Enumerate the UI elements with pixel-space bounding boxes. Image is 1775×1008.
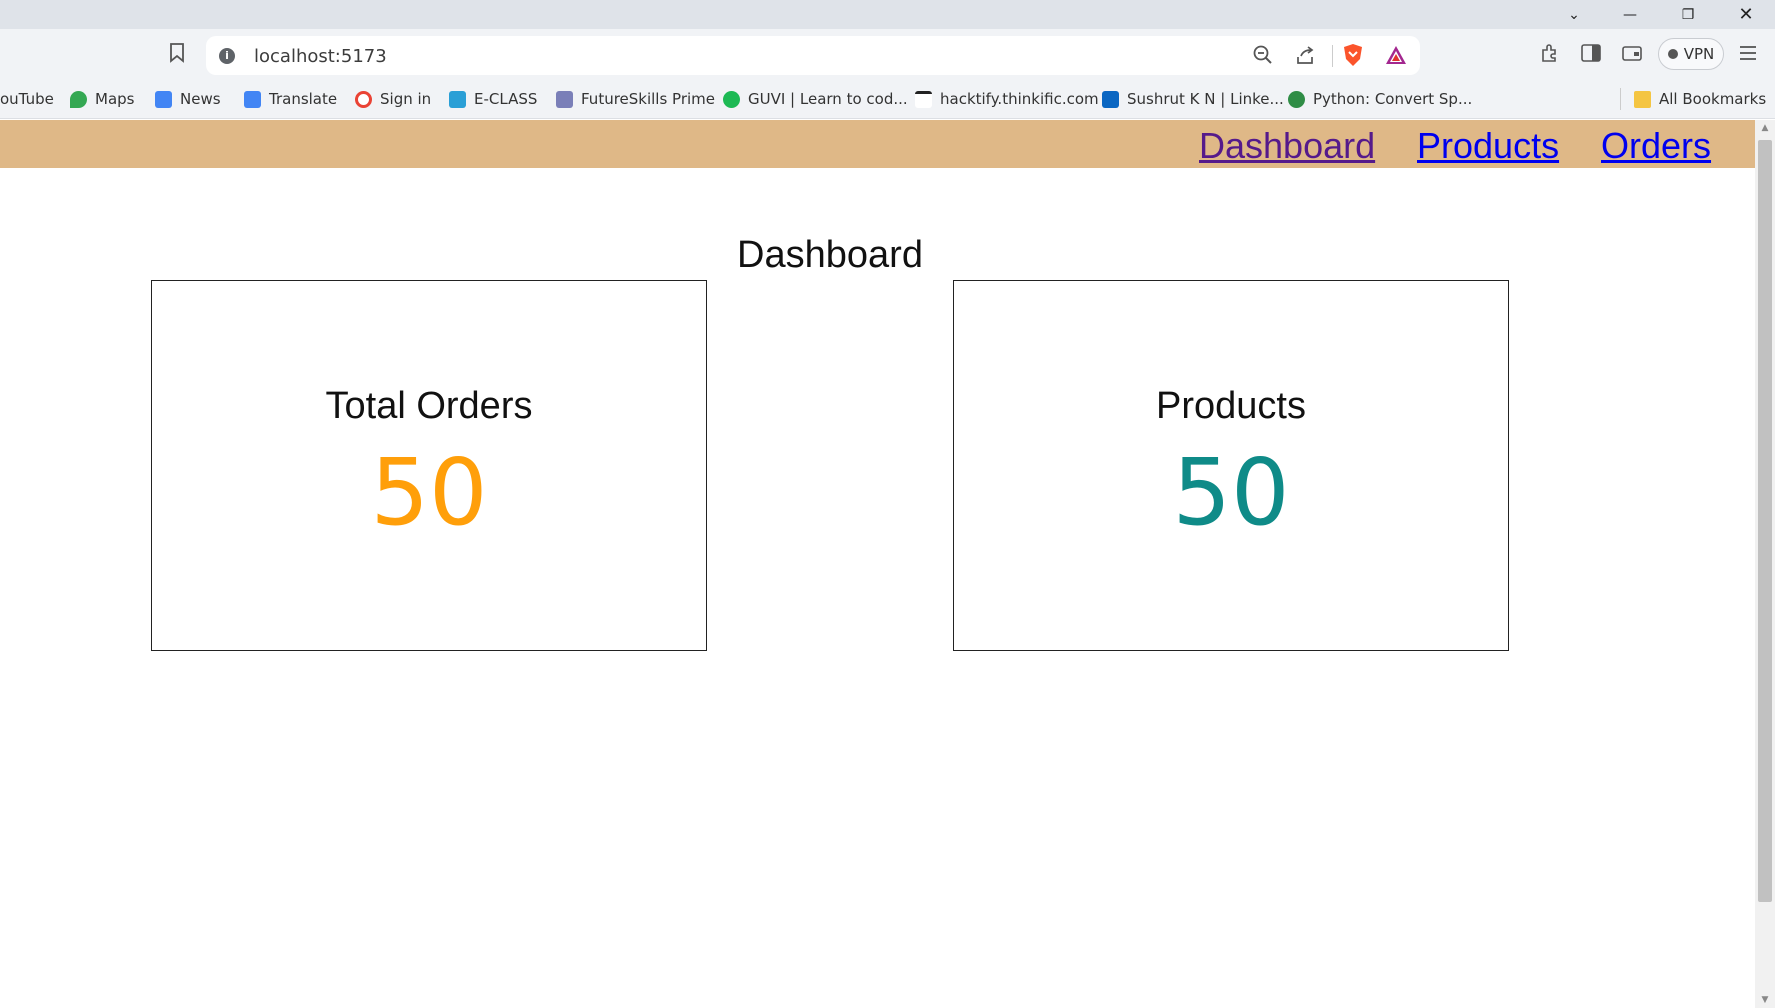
extensions-icon[interactable] [1537, 40, 1563, 66]
all-bookmarks-button[interactable]: All Bookmarks [1634, 88, 1766, 110]
bookmark-label: GUVI | Learn to cod... [748, 90, 908, 108]
hacktify-icon [915, 90, 932, 108]
bookmark-futureskills[interactable]: FutureSkills Prime [556, 88, 715, 110]
products-card: Products 50 [953, 280, 1509, 651]
menu-icon[interactable] [1735, 40, 1761, 66]
wallet-icon[interactable] [1619, 40, 1645, 66]
all-bookmarks-label: All Bookmarks [1659, 90, 1767, 108]
bookmark-label: Python: Convert Sp... [1313, 90, 1473, 108]
total-orders-card: Total Orders 50 [151, 280, 707, 651]
bookmark-youtube[interactable]: ouTube [0, 88, 54, 110]
bookmark-guvi[interactable]: GUVI | Learn to cod... [723, 88, 908, 110]
card-label: Total Orders [325, 385, 533, 427]
top-nav: Dashboard Products Orders [0, 120, 1755, 168]
bookmark-hacktify[interactable]: hacktify.thinkific.com [915, 88, 1099, 110]
scroll-down-icon[interactable]: ▼ [1755, 992, 1775, 1008]
bookmarks-bar: ouTube Maps News Translate Sign in E-CLA… [0, 79, 1775, 119]
page-title: Dashboard [737, 234, 923, 276]
nav-link-dashboard[interactable]: Dashboard [1199, 125, 1375, 167]
bookmark-label: FutureSkills Prime [581, 90, 716, 108]
bookmark-label: Translate [269, 90, 338, 108]
vpn-status-icon [1667, 49, 1678, 59]
brave-shields-icon[interactable] [1340, 42, 1366, 68]
bookmark-python-convert[interactable]: Python: Convert Sp... [1288, 88, 1472, 110]
share-icon[interactable] [1292, 42, 1318, 68]
brave-rewards-icon[interactable] [1383, 42, 1409, 68]
maps-icon [70, 90, 87, 108]
page-scrollbar[interactable]: ▲ ▼ [1755, 120, 1775, 1008]
bookmark-label: News [180, 90, 221, 108]
card-value: 50 [370, 439, 488, 546]
card-label: Products [1156, 385, 1306, 427]
close-icon[interactable]: ✕ [1718, 0, 1774, 29]
card-value: 50 [1172, 439, 1290, 546]
page-viewport: Dashboard Products Orders Dashboard Tota… [0, 120, 1755, 1008]
browser-titlebar: ⌄ — ❐ ✕ [0, 0, 1775, 29]
zoom-icon[interactable] [1250, 42, 1276, 68]
minimize-icon[interactable]: — [1602, 0, 1658, 29]
bookmarks-divider [1620, 88, 1621, 110]
bookmark-e-class[interactable]: E-CLASS [449, 88, 537, 110]
bookmark-translate[interactable]: Translate [244, 88, 337, 110]
irs-icon [449, 90, 466, 108]
translate-icon [244, 90, 261, 108]
restore-icon[interactable]: ❐ [1660, 0, 1716, 29]
url-text[interactable]: localhost:5173 [254, 46, 387, 67]
guvi-icon [723, 90, 740, 108]
bookmark-label: hacktify.thinkific.com [940, 90, 1099, 108]
scroll-up-icon[interactable]: ▲ [1755, 120, 1775, 136]
futureskills-icon [556, 90, 573, 108]
bookmark-label: E-CLASS [474, 90, 538, 108]
address-bar[interactable]: i localhost:5173 [206, 36, 1420, 75]
linkedin-icon [1102, 90, 1119, 108]
vpn-label: VPN [1683, 45, 1715, 63]
bookmark-page-icon[interactable] [164, 40, 190, 66]
nav-link-orders[interactable]: Orders [1601, 125, 1711, 167]
bookmark-linkedin[interactable]: Sushrut K N | Linke... [1102, 88, 1284, 110]
geeksforgeeks-icon [1288, 90, 1305, 108]
bookmark-label: Maps [95, 90, 135, 108]
scrollbar-thumb[interactable] [1758, 140, 1772, 902]
google-icon [355, 90, 372, 108]
bookmark-label: Sign in [380, 90, 432, 108]
bookmark-sign-in[interactable]: Sign in [355, 88, 431, 110]
sidebar-icon[interactable] [1578, 40, 1604, 66]
bookmark-news[interactable]: News [155, 88, 221, 110]
site-info-icon[interactable]: i [219, 48, 235, 64]
bookmark-label: ouTube [0, 90, 54, 108]
vpn-button[interactable]: VPN [1658, 38, 1724, 70]
nav-link-products[interactable]: Products [1417, 125, 1559, 167]
omnibox-divider [1332, 45, 1333, 67]
bookmark-label: Sushrut K N | Linke... [1127, 90, 1284, 108]
bookmark-maps[interactable]: Maps [70, 88, 134, 110]
folder-icon [1634, 90, 1651, 108]
browser-toolbar: i localhost:5173 VPN [0, 29, 1775, 79]
news-icon [155, 90, 172, 108]
tab-search-chevron-icon[interactable]: ⌄ [1546, 0, 1602, 29]
